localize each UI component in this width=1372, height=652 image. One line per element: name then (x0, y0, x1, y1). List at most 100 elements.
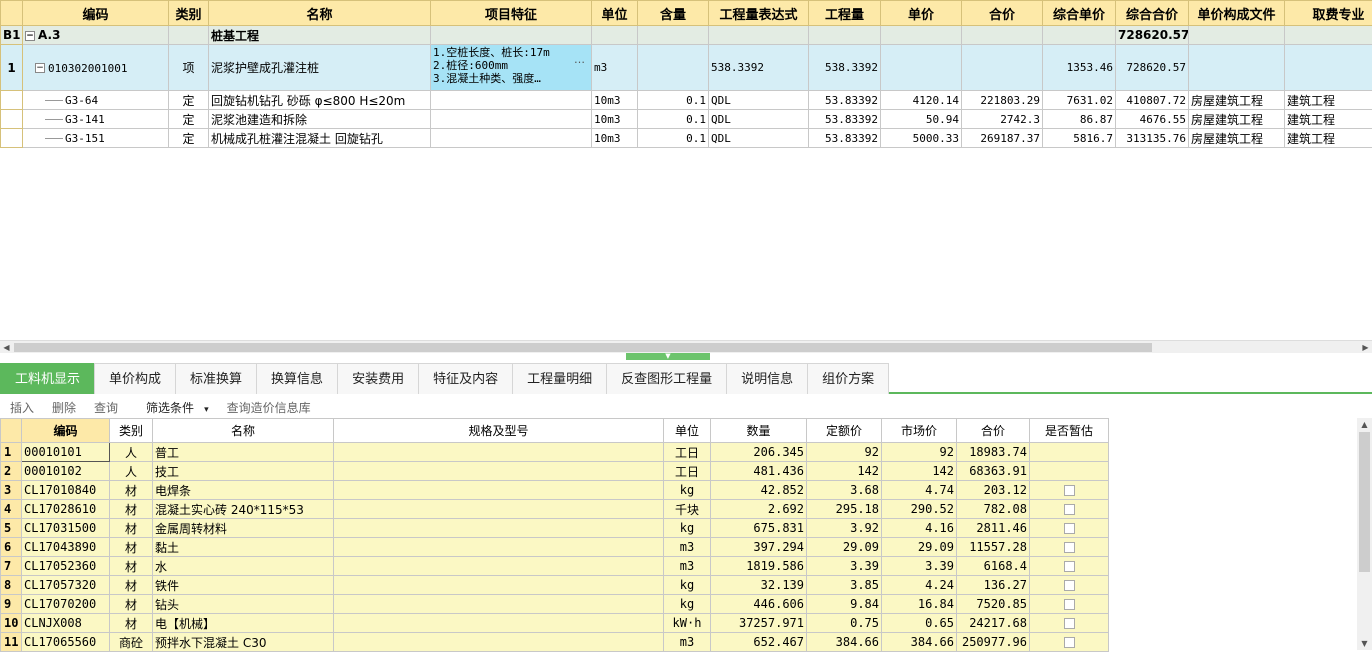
quota-unit-total[interactable]: 5816.7 (1043, 129, 1116, 148)
collapse-icon[interactable]: − (35, 63, 45, 73)
resource-code[interactable]: CLNJX008 (22, 614, 110, 633)
estimate-checkbox[interactable] (1064, 523, 1075, 534)
estimate-checkbox[interactable] (1064, 599, 1075, 610)
estimate-cell[interactable] (1030, 462, 1109, 481)
resource-unit[interactable]: kW·h (664, 614, 711, 633)
quota-unit-total[interactable]: 7631.02 (1043, 91, 1116, 110)
row-header[interactable] (1, 110, 23, 129)
resource-amount[interactable]: 136.27 (957, 576, 1030, 595)
resource-unit[interactable]: 工日 (664, 462, 711, 481)
quota-price[interactable]: 4120.14 (881, 91, 962, 110)
column-header[interactable]: 项目特征 (431, 1, 592, 26)
quota-total[interactable]: 410807.72 (1116, 91, 1189, 110)
resource-row[interactable]: 3CL17010840材电焊条kg42.8523.684.74203.12 (1, 481, 1109, 500)
resource-row[interactable]: 6CL17043890材黏土m3397.29429.0929.0911557.2… (1, 538, 1109, 557)
estimate-cell[interactable] (1030, 557, 1109, 576)
quota-spec[interactable]: 建筑工程 (1285, 129, 1372, 148)
estimate-checkbox[interactable] (1064, 504, 1075, 515)
resource-qty[interactable]: 481.436 (711, 462, 807, 481)
quota-code[interactable]: G3-151 (23, 129, 169, 148)
column-header[interactable]: 含量 (638, 1, 709, 26)
estimate-checkbox[interactable] (1064, 637, 1075, 648)
resource-market[interactable]: 142 (882, 462, 957, 481)
resource-model[interactable] (334, 614, 664, 633)
quota-total[interactable]: 4676.55 (1116, 110, 1189, 129)
item-type[interactable]: 项 (169, 45, 209, 91)
resource-quota[interactable]: 142 (807, 462, 882, 481)
resource-code[interactable]: CL17028610 (22, 500, 110, 519)
quota-file[interactable]: 房屋建筑工程 (1189, 110, 1285, 129)
quota-content[interactable]: 0.1 (638, 110, 709, 129)
resource-type[interactable]: 材 (110, 538, 153, 557)
resource-qty[interactable]: 1819.586 (711, 557, 807, 576)
resource-unit[interactable]: kg (664, 481, 711, 500)
quota-code[interactable]: G3-64 (23, 91, 169, 110)
row-header[interactable]: 1 (1, 45, 23, 91)
more-button[interactable]: … (574, 53, 585, 66)
row-number[interactable]: 4 (1, 500, 22, 519)
column-header[interactable]: 编码 (22, 419, 110, 443)
quota-code[interactable]: G3-141 (23, 110, 169, 129)
column-header[interactable]: 工程量 (809, 1, 881, 26)
item-file[interactable] (1189, 45, 1285, 91)
item-total[interactable]: 728620.57 (1116, 45, 1189, 91)
resource-qty[interactable]: 2.692 (711, 500, 807, 519)
resource-unit[interactable]: m3 (664, 538, 711, 557)
resource-quota[interactable]: 3.85 (807, 576, 882, 595)
row-number[interactable]: 10 (1, 614, 22, 633)
resource-type[interactable]: 材 (110, 481, 153, 500)
quota-spec[interactable]: 建筑工程 (1285, 110, 1372, 129)
resource-code[interactable]: CL17052360 (22, 557, 110, 576)
quota-features[interactable] (431, 91, 592, 110)
row-number[interactable]: 8 (1, 576, 22, 595)
quota-amount[interactable]: 269187.37 (962, 129, 1043, 148)
row-number[interactable]: 7 (1, 557, 22, 576)
row-number[interactable]: 6 (1, 538, 22, 557)
column-header[interactable]: 是否暂估 (1030, 419, 1109, 443)
resource-amount[interactable]: 7520.85 (957, 595, 1030, 614)
tab-10[interactable]: 组价方案 (807, 363, 889, 394)
resource-model[interactable] (334, 500, 664, 519)
resource-quota[interactable]: 3.68 (807, 481, 882, 500)
resource-unit[interactable]: kg (664, 519, 711, 538)
resource-type[interactable]: 商砼 (110, 633, 153, 652)
resource-market[interactable]: 92 (882, 443, 957, 462)
resource-row[interactable]: 4CL17028610材混凝土实心砖 240*115*53千块2.692295.… (1, 500, 1109, 519)
estimate-cell[interactable] (1030, 481, 1109, 500)
resource-unit[interactable]: m3 (664, 557, 711, 576)
quota-features[interactable] (431, 110, 592, 129)
scroll-down-icon[interactable]: ▼ (1357, 637, 1372, 650)
resource-amount[interactable]: 203.12 (957, 481, 1030, 500)
estimate-cell[interactable] (1030, 595, 1109, 614)
quota-unit-total[interactable]: 86.87 (1043, 110, 1116, 129)
resource-code[interactable]: CL17065560 (22, 633, 110, 652)
resource-qty[interactable]: 37257.971 (711, 614, 807, 633)
row-number[interactable]: 2 (1, 462, 22, 481)
column-header[interactable]: 综合单价 (1043, 1, 1116, 26)
quota-row[interactable]: G3-151定机械成孔桩灌注混凝土 回旋钻孔10m30.1QDL53.83392… (1, 129, 1372, 148)
resource-name[interactable]: 普工 (153, 443, 334, 462)
tab-3[interactable]: 标准换算 (175, 363, 257, 394)
row-header[interactable] (1, 91, 23, 110)
column-header[interactable]: 工程量表达式 (709, 1, 809, 26)
quota-unit[interactable]: 10m3 (592, 110, 638, 129)
tab-6[interactable]: 特征及内容 (418, 363, 513, 394)
item-expr[interactable]: 538.3392 (709, 45, 809, 91)
column-header[interactable]: 合价 (962, 1, 1043, 26)
collapse-icon[interactable]: − (25, 31, 35, 41)
quota-features[interactable] (431, 129, 592, 148)
item-content[interactable] (638, 45, 709, 91)
estimate-cell[interactable] (1030, 519, 1109, 538)
row-number[interactable]: 1 (1, 443, 22, 462)
resource-amount[interactable]: 250977.96 (957, 633, 1030, 652)
row-header[interactable]: B1 (1, 26, 23, 45)
resource-market[interactable]: 0.65 (882, 614, 957, 633)
resource-qty[interactable]: 652.467 (711, 633, 807, 652)
resource-name[interactable]: 电【机械】 (153, 614, 334, 633)
resource-qty[interactable]: 397.294 (711, 538, 807, 557)
resource-amount[interactable]: 2811.46 (957, 519, 1030, 538)
resource-model[interactable] (334, 481, 664, 500)
estimate-cell[interactable] (1030, 576, 1109, 595)
estimate-cell[interactable] (1030, 633, 1109, 652)
resource-model[interactable] (334, 538, 664, 557)
